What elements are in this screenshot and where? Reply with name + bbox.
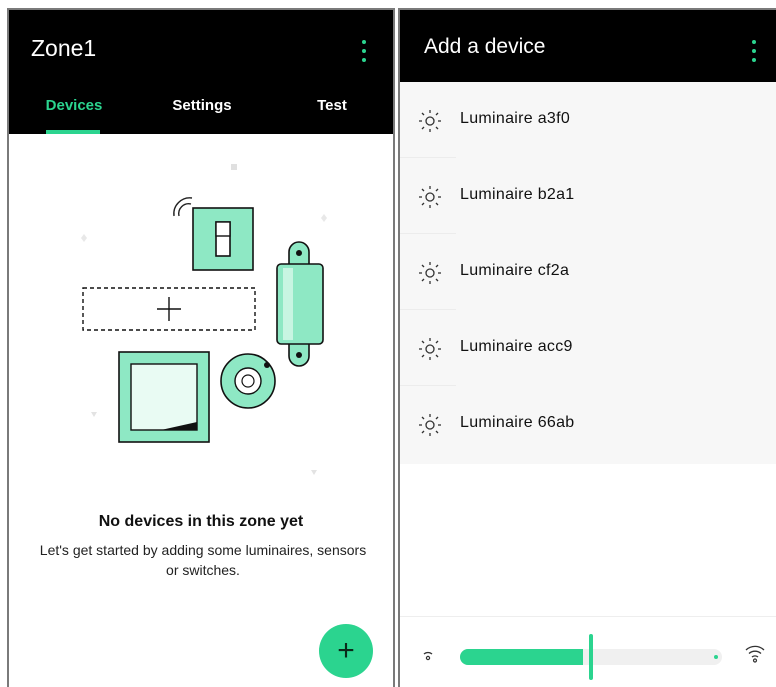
tab-test[interactable]: Test <box>307 94 357 134</box>
device-item[interactable]: Luminaire b2a1 <box>400 158 776 234</box>
add-device-header: Add a device <box>400 10 776 82</box>
tab-devices[interactable]: Devices <box>39 94 109 134</box>
luminaire-icon <box>419 110 441 132</box>
page-title: Add a device <box>424 35 546 58</box>
add-device-button[interactable]: + <box>319 624 373 678</box>
luminaire-icon <box>419 338 441 360</box>
slider-fill <box>460 649 583 665</box>
device-name: Luminaire cf2a <box>460 262 570 279</box>
device-item[interactable]: Luminaire acc9 <box>400 310 776 386</box>
device-item[interactable]: Luminaire 66ab <box>400 386 776 462</box>
wifi-high-icon <box>745 645 765 663</box>
luminaire-icon <box>419 186 441 208</box>
signal-strength-slider[interactable] <box>460 634 722 680</box>
device-name: Luminaire a3f0 <box>460 110 571 127</box>
device-name: Luminaire acc9 <box>460 338 573 355</box>
zone-tabs: Devices Settings Test <box>9 94 393 134</box>
device-list: Luminaire a3f0 Luminaire b2a1 Luminaire … <box>400 82 776 464</box>
plus-icon: + <box>337 634 355 667</box>
add-device-screen: Add a device Luminaire a3f0 Luminaire b2… <box>398 8 776 687</box>
slider-end-dot <box>714 655 718 659</box>
luminaire-icon <box>419 414 441 436</box>
zone-title: Zone1 <box>31 35 97 61</box>
slider-thumb[interactable] <box>589 634 593 680</box>
more-vert-icon[interactable] <box>360 40 368 62</box>
app-root: Zone1 Devices Settings Test No devices i… <box>0 0 776 687</box>
empty-devices-illustration <box>81 164 327 475</box>
empty-state-title: No devices in this zone yet <box>98 513 304 530</box>
tab-settings[interactable]: Settings <box>164 94 240 134</box>
wifi-low-icon <box>423 651 433 661</box>
signal-filter-bar <box>400 616 776 687</box>
device-name: Luminaire b2a1 <box>460 186 575 203</box>
luminaire-icon <box>419 262 441 284</box>
empty-state-description: Let's get started by adding some luminai… <box>39 542 367 578</box>
device-item[interactable]: Luminaire cf2a <box>400 234 776 310</box>
zone-screen: Zone1 Devices Settings Test No devices i… <box>7 8 395 687</box>
active-tab-indicator <box>46 130 100 134</box>
device-name: Luminaire 66ab <box>460 414 575 431</box>
device-item[interactable]: Luminaire a3f0 <box>400 82 776 158</box>
zone-header: Zone1 Devices Settings Test <box>9 10 393 134</box>
more-vert-icon[interactable] <box>750 40 758 62</box>
